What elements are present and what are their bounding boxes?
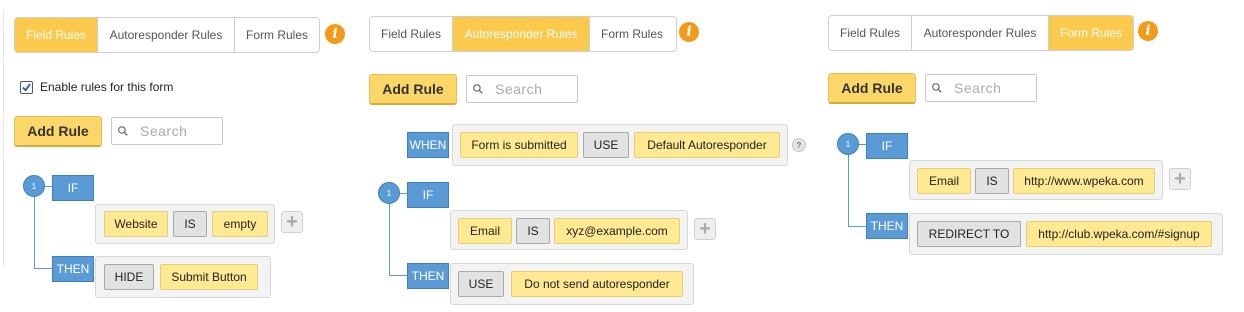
tab-field-rules[interactable]: Field Rules [15,18,98,52]
condition-value[interactable]: http://www.wpeka.com [1013,168,1155,194]
add-condition-button[interactable]: + [1169,168,1191,190]
action-verb[interactable]: USE [458,271,504,297]
add-rule-button[interactable]: Add Rule [828,73,916,104]
rule-connector [848,154,849,227]
condition-field[interactable]: Email [458,218,512,244]
condition-operator[interactable]: IS [975,168,1009,194]
rule-connector [34,268,52,269]
condition-field[interactable]: Website [104,211,168,237]
info-icon[interactable]: i [1138,21,1158,41]
add-condition-button[interactable]: + [694,218,716,240]
if-label: IF [52,175,94,201]
action-verb[interactable]: REDIRECT TO [917,221,1021,247]
search-icon [118,126,128,136]
help-icon[interactable]: ? [792,138,806,152]
tab-form-rules[interactable]: Form Rules [235,18,319,52]
search-input[interactable] [493,80,577,98]
search-icon [932,83,942,93]
search-input[interactable] [138,122,222,140]
condition-value[interactable]: xyz@example.com [554,218,680,244]
rule-number-badge: 1 [837,133,859,155]
enable-rules-label: Enable rules for this form [40,80,174,94]
rules-tabs: Field Rules Autoresponder Rules Form Rul… [369,16,677,52]
search-icon [473,84,483,94]
panel-divider [3,10,4,266]
tab-autoresponder-rules[interactable]: Autoresponder Rules [98,18,235,52]
search-box [466,75,578,103]
tab-field-rules[interactable]: Field Rules [370,17,453,51]
tab-autoresponder-rules[interactable]: Autoresponder Rules [453,17,590,51]
when-label: WHEN [407,132,449,158]
when-event[interactable]: Form is submitted [460,132,578,158]
rule-connector [848,226,866,227]
condition-operator[interactable]: IS [516,218,550,244]
tab-autoresponder-rules[interactable]: Autoresponder Rules [912,16,1049,50]
add-condition-button[interactable]: + [281,211,303,233]
info-icon[interactable]: i [679,22,699,42]
rule-connector [44,186,52,187]
action-target[interactable]: Submit Button [160,264,258,290]
enable-rules-row[interactable]: Enable rules for this form [20,80,173,94]
action-target[interactable]: Do not send autoresponder [511,271,683,297]
rule-number-badge: 1 [23,175,45,197]
tab-form-rules[interactable]: Form Rules [590,17,674,51]
if-label: IF [866,133,908,159]
then-label: THEN [407,263,449,289]
then-label: THEN [866,213,908,239]
panel-form-rules: Field Rules Autoresponder Rules Form Rul… [820,0,1244,312]
rule-connector [399,193,407,194]
enable-rules-checkbox[interactable] [20,80,33,94]
action-target[interactable]: http://club.wpeka.com/#signup [1026,221,1212,247]
when-autoresponder[interactable]: Default Autoresponder [634,132,780,158]
rules-tabs: Field Rules Autoresponder Rules Form Rul… [14,17,320,53]
add-rule-button[interactable]: Add Rule [369,74,457,105]
rule-number-badge: 1 [378,182,400,204]
action-verb[interactable]: HIDE [104,264,154,290]
rule-connector [858,144,866,145]
if-label: IF [407,182,449,208]
rule-connector [389,275,407,276]
checkmark-icon [22,82,31,92]
tab-form-rules[interactable]: Form Rules [1049,16,1133,50]
rules-tabs: Field Rules Autoresponder Rules Form Rul… [828,15,1134,51]
rule-connector [34,196,35,269]
search-input[interactable] [952,79,1036,97]
condition-operator[interactable]: IS [173,211,207,237]
info-icon[interactable]: i [325,24,345,44]
search-box [925,74,1037,102]
condition-field[interactable]: Email [917,168,971,194]
when-use-label[interactable]: USE [583,132,629,158]
tab-field-rules[interactable]: Field Rules [829,16,912,50]
panel-autoresponder-rules: Field Rules Autoresponder Rules Form Rul… [360,0,820,312]
add-rule-button[interactable]: Add Rule [14,116,102,147]
rule-connector [389,203,390,276]
search-box [111,117,223,145]
then-label: THEN [52,256,94,282]
condition-value[interactable]: empty [212,211,268,237]
panel-field-rules: Field Rules Autoresponder Rules Form Rul… [0,0,360,312]
